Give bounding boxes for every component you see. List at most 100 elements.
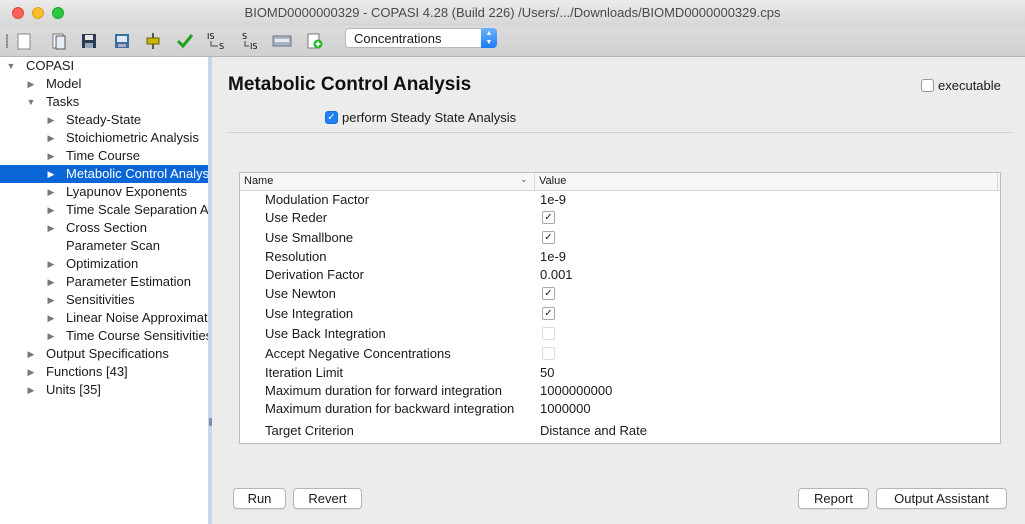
tree-item-label: Parameter Estimation (66, 274, 191, 289)
parameter-value[interactable]: 1e-9 (540, 191, 566, 209)
tree-item-time-course[interactable]: ▶ Time Course (0, 147, 208, 165)
s-to-is-icon[interactable]: S IS (240, 31, 264, 51)
save-icon[interactable] (79, 31, 99, 51)
tree-item-label: Parameter Scan (66, 238, 160, 253)
slider-icon[interactable] (143, 31, 163, 51)
new-file-icon[interactable] (14, 31, 34, 51)
table-row[interactable]: Accept Negative Concentrations (240, 345, 1000, 363)
tree-item-parameter-scan[interactable]: Parameter Scan (0, 237, 208, 255)
tree-item-model[interactable]: ▶ Model (0, 75, 208, 93)
expand-triangle-icon[interactable]: ▶ (46, 147, 56, 165)
tree-item-label: Model (46, 76, 82, 91)
column-header-value[interactable]: Value (539, 175, 566, 187)
expand-triangle-icon[interactable]: ▶ (26, 345, 36, 363)
expand-triangle-icon[interactable]: ▶ (26, 75, 36, 93)
tree-item-optimization[interactable]: ▶ Optimization (0, 255, 208, 273)
expand-triangle-icon[interactable]: ▶ (46, 309, 56, 327)
table-row[interactable]: Target Criterion Distance and Rate (240, 422, 1000, 440)
tree-item-copasi[interactable]: ▼ COPASI (0, 57, 208, 75)
table-header: Name ⌄ Value (240, 173, 1000, 191)
table-row[interactable]: Use Integration ✓ (240, 305, 1000, 323)
table-row[interactable]: Resolution 1e-9 (240, 248, 1000, 266)
table-row[interactable]: Derivation Factor 0.001 (240, 266, 1000, 284)
is-to-s-icon[interactable]: IS S (206, 31, 230, 51)
table-row[interactable]: Use Newton ✓ (240, 285, 1000, 303)
table-row[interactable]: Modulation Factor 1e-9 (240, 191, 1000, 209)
add-icon[interactable] (305, 31, 325, 51)
report-button[interactable]: Report (798, 488, 869, 509)
expand-triangle-icon[interactable]: ▼ (26, 93, 36, 111)
parameter-value[interactable]: Distance and Rate (540, 422, 647, 440)
open-file-icon[interactable] (49, 31, 69, 51)
window-title: BIOMD0000000329 - COPASI 4.28 (Build 226… (244, 5, 781, 20)
column-header-name[interactable]: Name (244, 175, 273, 187)
table-row[interactable]: Use Back Integration (240, 325, 1000, 343)
page-title: Metabolic Control Analysis (228, 74, 472, 95)
parameter-value[interactable]: 50 (540, 364, 554, 382)
expand-triangle-icon[interactable]: ▶ (46, 183, 56, 201)
run-button[interactable]: Run (233, 488, 286, 509)
table-row[interactable]: Use Reder ✓ (240, 209, 1000, 227)
table-row[interactable]: Maximum duration for backward integratio… (240, 400, 1000, 418)
perform-steady-state-checkbox[interactable]: ✓ (325, 111, 338, 124)
parameter-value[interactable]: 0.001 (540, 266, 573, 284)
table-row[interactable]: Use Smallbone ✓ (240, 229, 1000, 247)
expand-triangle-icon[interactable]: ▶ (26, 363, 36, 381)
table-row[interactable]: Maximum duration for forward integration… (240, 382, 1000, 400)
expand-triangle-icon[interactable]: ▶ (46, 111, 56, 129)
tree-item-functions[interactable]: ▶ Functions [43] (0, 363, 208, 381)
tree-item-lyapunov-exponents[interactable]: ▶ Lyapunov Exponents (0, 183, 208, 201)
tree-item-time-course-sensitivities[interactable]: ▶ Time Course Sensitivities (0, 327, 208, 345)
tree-item-parameter-estimation[interactable]: ▶ Parameter Estimation (0, 273, 208, 291)
parameter-value[interactable]: 1e-9 (540, 248, 566, 266)
expand-triangle-icon[interactable]: ▶ (46, 201, 56, 219)
parameter-checkbox[interactable]: ✓ (542, 211, 555, 224)
splitter-handle[interactable] (209, 418, 212, 426)
expand-triangle-icon[interactable]: ▶ (46, 273, 56, 291)
expand-triangle-icon[interactable]: ▶ (46, 291, 56, 309)
tree-item-units[interactable]: ▶ Units [35] (0, 381, 208, 399)
expand-triangle-icon[interactable]: ▶ (46, 165, 56, 183)
revert-button[interactable]: Revert (293, 488, 362, 509)
parameter-name: Use Smallbone (265, 230, 354, 245)
expand-triangle-icon[interactable]: ▶ (46, 129, 56, 147)
tree-item-time-scale-separation[interactable]: ▶ Time Scale Separation Analysis (0, 201, 208, 219)
tree-item-cross-section[interactable]: ▶ Cross Section (0, 219, 208, 237)
panel-splitter[interactable] (208, 57, 212, 524)
parameter-checkbox[interactable]: ✓ (542, 307, 555, 320)
tree-item-metabolic-control-analysis[interactable]: ▶ Metabolic Control Analysis (0, 165, 208, 183)
toolbar-grip[interactable] (6, 34, 8, 48)
table-row[interactable]: Iteration Limit 50 (240, 364, 1000, 382)
tree-item-stoichiometric-analysis[interactable]: ▶ Stoichiometric Analysis (0, 129, 208, 147)
quantity-type-select[interactable]: Concentrations ▲ ▼ (345, 28, 497, 48)
parameter-checkbox (542, 347, 555, 360)
column-divider[interactable] (534, 173, 535, 190)
output-assistant-button[interactable]: Output Assistant (876, 488, 1007, 509)
tree-item-linear-noise-approximation[interactable]: ▶ Linear Noise Approximation (0, 309, 208, 327)
tree-item-tasks[interactable]: ▼ Tasks (0, 93, 208, 111)
expand-triangle-icon[interactable]: ▼ (6, 57, 16, 75)
parameter-value[interactable]: 1000000 (540, 400, 591, 418)
parameter-name: Accept Negative Concentrations (265, 346, 451, 361)
chevron-down-icon[interactable]: ⌄ (520, 174, 528, 185)
tree-item-output-specifications[interactable]: ▶ Output Specifications (0, 345, 208, 363)
parameter-name: Maximum duration for backward integratio… (265, 401, 515, 416)
expand-triangle-icon[interactable]: ▶ (26, 381, 36, 399)
perform-steady-state-label: perform Steady State Analysis (342, 110, 517, 125)
svg-text:IS: IS (207, 32, 214, 41)
expand-triangle-icon[interactable]: ▶ (46, 219, 56, 237)
executable-label: executable (938, 78, 1001, 93)
svg-text:S: S (242, 32, 247, 41)
save-as-icon[interactable] (112, 31, 132, 51)
parameter-checkbox[interactable]: ✓ (542, 287, 555, 300)
expand-triangle-icon[interactable]: ▶ (46, 255, 56, 273)
expand-triangle-icon[interactable]: ▶ (46, 327, 56, 345)
tree-item-label: Time Course Sensitivities (66, 328, 208, 343)
check-icon[interactable] (175, 31, 195, 51)
tree-item-steady-state[interactable]: ▶ Steady-State (0, 111, 208, 129)
executable-checkbox[interactable] (921, 79, 934, 92)
sbml-icon[interactable] (272, 31, 292, 51)
parameter-checkbox[interactable]: ✓ (542, 231, 555, 244)
tree-item-sensitivities[interactable]: ▶ Sensitivities (0, 291, 208, 309)
parameter-value[interactable]: 1000000000 (540, 382, 612, 400)
